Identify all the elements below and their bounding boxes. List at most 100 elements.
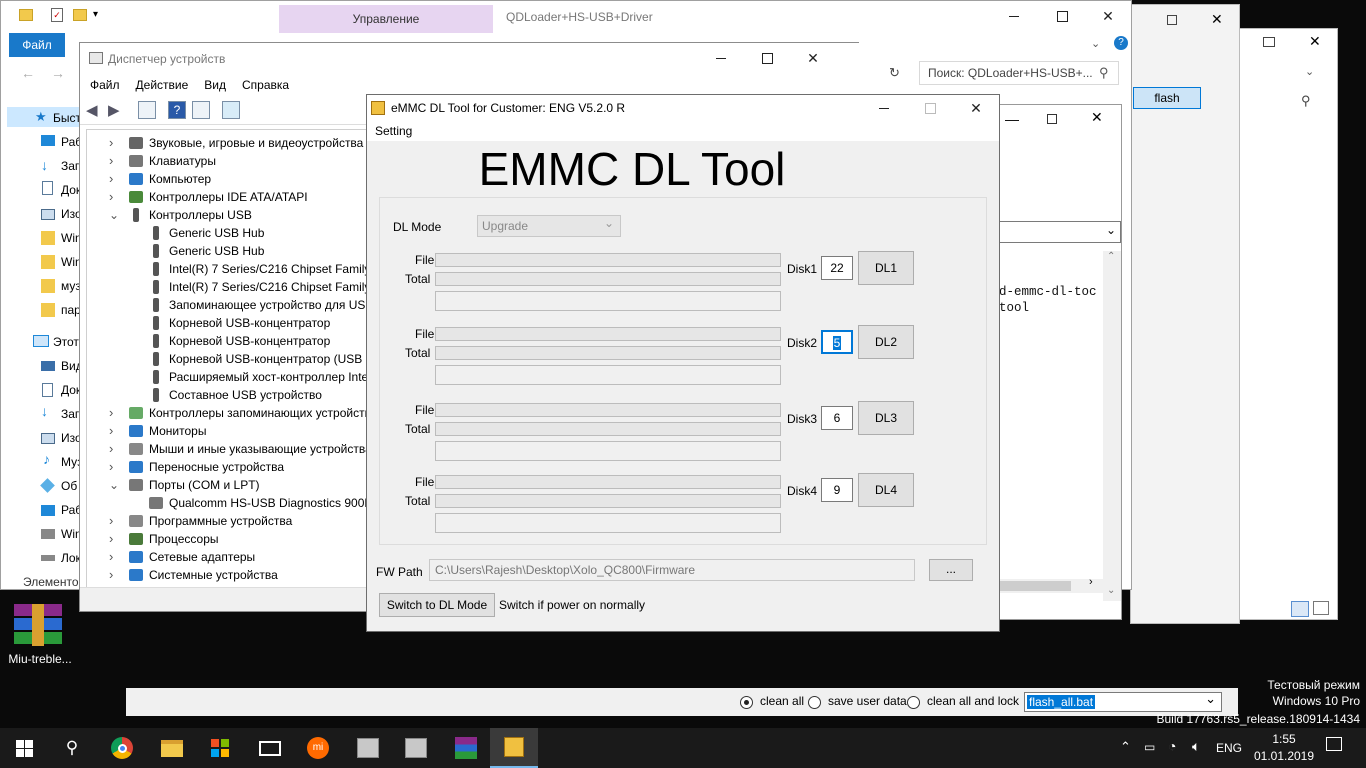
close-icon[interactable]: ✕ xyxy=(1309,33,1321,50)
switch-dl-mode-button[interactable]: Switch to DL Mode xyxy=(379,593,495,617)
scroll-up-icon[interactable]: ⌃ xyxy=(1107,251,1115,262)
radio-clean-all-and-lock[interactable] xyxy=(907,696,920,709)
maximize-button[interactable] xyxy=(744,43,790,73)
minimize-button[interactable] xyxy=(991,1,1037,31)
chevron-down-icon[interactable]: ⌄ xyxy=(1091,37,1100,50)
radio-clean-all[interactable] xyxy=(740,696,753,709)
nav-item-quick-access[interactable]: Быст xyxy=(53,111,81,125)
tab-manage[interactable]: Управление xyxy=(279,5,493,33)
show-hide-tree-icon[interactable] xyxy=(138,101,156,119)
menu-action[interactable]: Действие xyxy=(128,73,197,97)
minimize-icon[interactable]: — xyxy=(1005,111,1019,127)
clock-date[interactable]: 01.01.2019 xyxy=(1251,749,1317,763)
expand-right-icon[interactable]: › xyxy=(109,188,119,206)
chrome-icon[interactable] xyxy=(98,728,146,768)
nav-item[interactable]: Заг xyxy=(61,159,79,173)
expand-down-icon[interactable]: ⌄ xyxy=(109,476,119,494)
menu-file[interactable]: Файл xyxy=(82,73,128,97)
address-combo[interactable]: ⌄ xyxy=(999,221,1121,243)
help-icon[interactable]: ? xyxy=(1114,36,1128,50)
expand-right-icon[interactable]: › xyxy=(109,530,119,548)
disk-number-input[interactable]: 22 xyxy=(821,256,853,280)
flash-button[interactable]: flash xyxy=(1133,87,1201,109)
scroll-right-icon[interactable]: › xyxy=(1089,576,1093,588)
chevron-up-icon[interactable]: ⌃ xyxy=(1120,739,1131,755)
disk-number-input[interactable]: 5 xyxy=(821,330,853,354)
chevron-down-icon[interactable]: ▾ xyxy=(93,9,98,20)
expand-right-icon[interactable]: › xyxy=(109,134,119,152)
winrar-icon[interactable] xyxy=(442,728,490,768)
help-icon[interactable]: ? xyxy=(168,101,186,119)
expand-right-icon[interactable]: › xyxy=(109,404,119,422)
nav-item[interactable]: Об xyxy=(61,479,77,493)
vertical-scrollbar[interactable]: ⌃ ⌄ xyxy=(1103,251,1121,601)
expand-right-icon[interactable]: › xyxy=(109,548,119,566)
search-input[interactable]: Поиск: QDLoader+HS-USB+... xyxy=(919,61,1119,85)
scrollbar-thumb[interactable] xyxy=(999,581,1071,591)
close-button[interactable] xyxy=(790,43,836,73)
maximize-icon[interactable] xyxy=(1263,37,1275,47)
download-button[interactable]: DL4 xyxy=(858,473,914,507)
program-icon[interactable] xyxy=(344,728,392,768)
clock-time[interactable]: 1:55 xyxy=(1264,732,1304,746)
search-icon[interactable]: ⚲ xyxy=(1301,93,1311,109)
nav-item-this-pc[interactable]: Этот xyxy=(53,335,79,349)
menu-help[interactable]: Справка xyxy=(234,73,297,97)
notification-icon[interactable] xyxy=(1326,737,1342,751)
download-button[interactable]: DL1 xyxy=(858,251,914,285)
large-icons-view-icon[interactable] xyxy=(1313,601,1329,615)
minimize-button[interactable] xyxy=(698,43,744,73)
close-icon[interactable]: ✕ xyxy=(1091,109,1103,126)
emmc-dl-tool-taskbar-icon[interactable] xyxy=(490,728,538,768)
volume-icon[interactable]: 🔈︎ xyxy=(1192,738,1200,755)
power-icon[interactable]: ▭ xyxy=(1144,740,1155,754)
program-icon[interactable] xyxy=(392,728,440,768)
script-select[interactable]: flash_all.bat xyxy=(1024,691,1222,712)
file-explorer-icon[interactable] xyxy=(148,728,196,768)
refresh-icon[interactable]: ↻ xyxy=(889,65,900,81)
details-view-icon[interactable] xyxy=(1291,601,1309,617)
disk-number-input[interactable]: 9 xyxy=(821,478,853,502)
nav-item[interactable]: Лок xyxy=(61,551,81,565)
expand-right-icon[interactable]: › xyxy=(109,566,119,584)
maximize-button[interactable] xyxy=(1039,1,1085,31)
forward-icon[interactable]: → xyxy=(51,65,65,81)
mail-icon[interactable] xyxy=(246,728,294,768)
maximize-icon[interactable] xyxy=(1047,114,1057,124)
menu-view[interactable]: Вид xyxy=(196,73,234,97)
expand-right-icon[interactable]: › xyxy=(109,512,119,530)
mi-tool-icon[interactable]: mi xyxy=(294,728,342,768)
forward-icon[interactable]: ▶ xyxy=(108,101,120,119)
search-icon[interactable]: ⚲ xyxy=(48,728,96,768)
language-indicator[interactable]: ENG xyxy=(1216,741,1242,755)
expand-right-icon[interactable]: › xyxy=(109,458,119,476)
wifi-icon[interactable]: ◔ xyxy=(1168,738,1176,754)
back-icon[interactable]: ◀ xyxy=(86,101,98,119)
expand-right-icon[interactable]: › xyxy=(109,422,119,440)
expand-right-icon[interactable]: › xyxy=(109,170,119,188)
minimize-button[interactable] xyxy=(861,95,907,123)
monitor-icon[interactable] xyxy=(222,101,240,119)
horizontal-scrollbar[interactable]: › xyxy=(999,576,1103,593)
download-button[interactable]: DL3 xyxy=(858,401,914,435)
expand-right-icon[interactable]: › xyxy=(109,152,119,170)
expand-down-icon[interactable]: ⌄ xyxy=(109,206,119,224)
folder-icon[interactable] xyxy=(19,9,33,21)
nav-item[interactable]: Заг xyxy=(61,407,79,421)
radio-save-user-data[interactable] xyxy=(808,696,821,709)
start-button[interactable] xyxy=(0,728,48,768)
close-icon[interactable]: ✕ xyxy=(1211,11,1223,28)
browse-button[interactable]: ... xyxy=(929,559,973,581)
maximize-icon[interactable] xyxy=(1167,15,1177,25)
menu-setting[interactable]: Setting xyxy=(375,124,412,138)
close-button[interactable] xyxy=(953,95,999,123)
desktop-shortcut[interactable]: Miu-treble... xyxy=(8,600,72,670)
tab-file[interactable]: Файл xyxy=(9,33,65,57)
disk-number-input[interactable]: 6 xyxy=(821,406,853,430)
properties-icon[interactable]: ✓ xyxy=(51,8,63,22)
expand-right-icon[interactable]: › xyxy=(109,440,119,458)
new-folder-icon[interactable] xyxy=(73,9,87,21)
download-button[interactable]: DL2 xyxy=(858,325,914,359)
chevron-down-icon[interactable]: ⌄ xyxy=(1305,65,1314,78)
nav-item[interactable]: муз xyxy=(61,279,81,293)
